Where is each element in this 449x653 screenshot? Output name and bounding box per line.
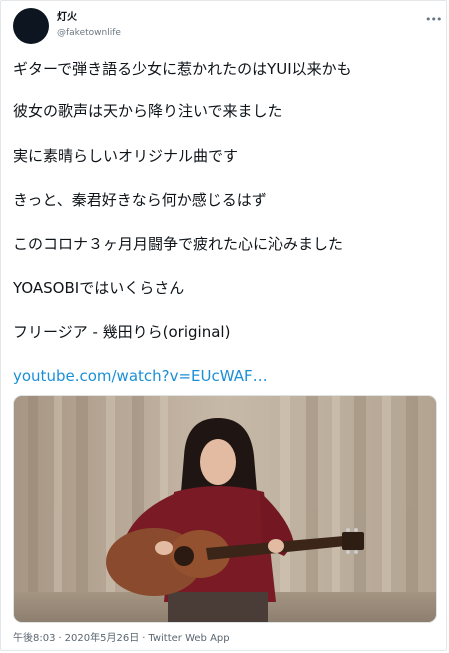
tweet-card: 灯火 @faketownlife ••• ギターで弾き語る少女に惹かれたのはYU… — [0, 0, 447, 651]
tweet-line-6: YOASOBIではいくらさん — [13, 279, 185, 297]
tweet-line-3: 実に素晴らしいオリジナル曲です — [13, 147, 239, 165]
tweet-line-1: ギターで弾き語る少女に惹かれたのはYUI以来かも — [13, 60, 352, 78]
user-handle[interactable]: @faketownlife — [57, 27, 121, 39]
tweet-line-5: このコロナ３ヶ月月闘争で疲れた心に沁みました — [13, 235, 344, 253]
tweet-line-7: フリージア - 幾田りら(original) — [13, 323, 231, 341]
meta-separator: · — [58, 633, 62, 644]
display-name[interactable]: 灯火 — [57, 12, 77, 24]
meta-separator: · — [142, 633, 146, 644]
tweet-metadata: 午後8:03 · 2020年5月26日 · Twitter Web App — [13, 633, 230, 645]
tweet-time[interactable]: 午後8:03 — [13, 633, 55, 644]
more-options-icon[interactable]: ••• — [425, 14, 442, 26]
thumbnail-image — [14, 396, 436, 622]
avatar[interactable] — [13, 8, 49, 44]
tweet-source[interactable]: Twitter Web App — [148, 633, 229, 644]
tweet-line-2: 彼女の歌声は天から降り注いで来ました — [13, 102, 283, 120]
youtube-link[interactable]: youtube.com/watch?v=EUcWAF… — [13, 367, 268, 385]
tweet-line-4: きっと、秦君好きなら何か感じるはず — [13, 191, 267, 209]
video-thumbnail[interactable] — [13, 395, 437, 623]
tweet-date[interactable]: 2020年5月26日 — [65, 633, 140, 644]
